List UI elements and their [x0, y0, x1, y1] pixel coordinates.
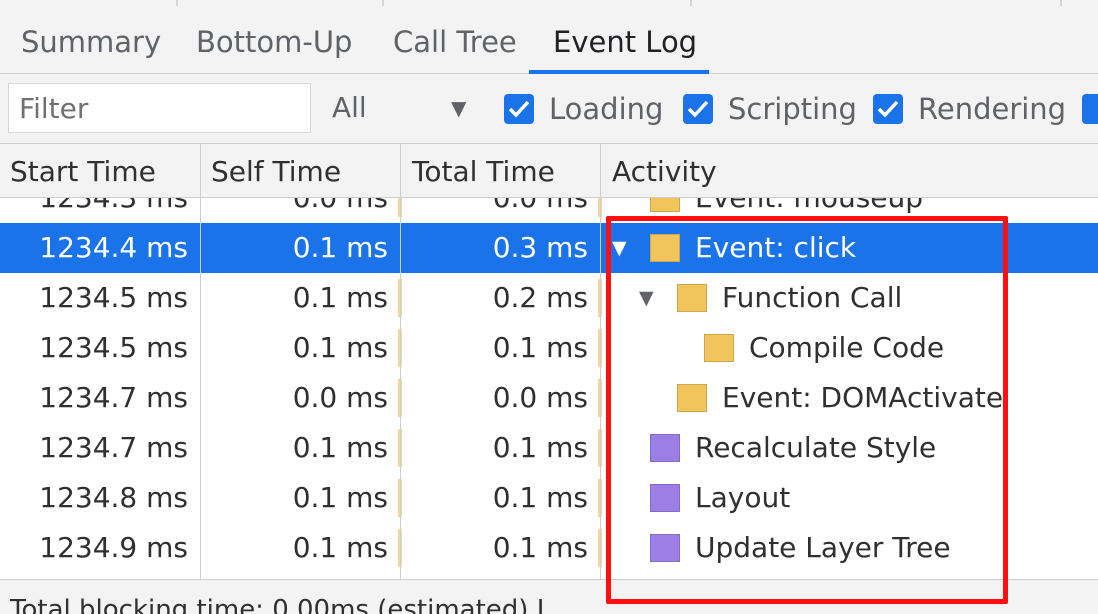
- caret-down-icon: ▼: [451, 96, 467, 120]
- total-time-cell: 0.3 ms: [492, 231, 588, 264]
- tab-event-log[interactable]: Event Log: [553, 10, 697, 74]
- scripting-checkbox-label: Scripting: [728, 92, 857, 126]
- tab-bottom-up[interactable]: Bottom-Up: [196, 10, 352, 74]
- rendering-checkbox-label: Rendering: [918, 92, 1067, 126]
- tab-call-tree[interactable]: Call Tree: [393, 10, 517, 74]
- self-time-cell: 0.0 ms: [292, 381, 388, 414]
- column-total-time[interactable]: Total Time: [412, 144, 555, 198]
- total-time-cell: 0.0 ms: [400, 198, 588, 223]
- total-time-cell: 0.0 ms: [492, 381, 588, 414]
- total-time-cell: 0.1 ms: [492, 331, 588, 364]
- checkmark-icon: [1082, 94, 1098, 124]
- start-time-cell: 1234.7 ms: [39, 381, 188, 414]
- self-time-cell: 0.1 ms: [292, 531, 388, 564]
- event-log-header: Start Time Self Time Total Time Activity: [0, 144, 1098, 198]
- checkmark-icon: [873, 94, 903, 124]
- start-time-cell: 1234.9 ms: [39, 531, 188, 564]
- start-time-cell: 1234.3 ms: [0, 198, 188, 223]
- self-time-cell: 0.1 ms: [292, 431, 388, 464]
- divider: [690, 0, 692, 6]
- total-time-cell: 0.2 ms: [492, 281, 588, 314]
- total-time-cell: 0.1 ms: [492, 481, 588, 514]
- total-time-cell: 0.1 ms: [492, 531, 588, 564]
- self-time-cell: 0.0 ms: [200, 198, 388, 223]
- filter-input[interactable]: [8, 83, 311, 133]
- column-divider: [200, 144, 201, 579]
- total-time-cell: 0.1 ms: [492, 431, 588, 464]
- category-swatch: [650, 198, 680, 212]
- filter-toolbar: All ▼ Loading Scripting Rendering: [0, 74, 1098, 144]
- divider: [1060, 0, 1062, 6]
- self-time-cell: 0.1 ms: [292, 481, 388, 514]
- start-time-cell: 1234.4 ms: [39, 231, 188, 264]
- self-time-cell: 0.1 ms: [292, 331, 388, 364]
- checkmark-icon: [504, 94, 534, 124]
- start-time-cell: 1234.8 ms: [39, 481, 188, 514]
- tab-summary[interactable]: Summary: [21, 10, 161, 74]
- checkmark-icon: [683, 94, 713, 124]
- self-time-cell: 0.1 ms: [292, 231, 388, 264]
- column-divider: [400, 144, 401, 579]
- top-strip: [0, 0, 1098, 10]
- total-blocking-time: Total blocking time: 0.00ms (estimated) …: [10, 595, 552, 614]
- column-activity[interactable]: Activity: [612, 144, 717, 198]
- start-time-cell: 1234.7 ms: [39, 431, 188, 464]
- self-time-cell: 0.1 ms: [292, 281, 388, 314]
- duration-select[interactable]: All ▼: [320, 83, 480, 133]
- loading-checkbox-label: Loading: [549, 92, 664, 126]
- divider: [176, 0, 178, 6]
- performance-panel: Summary Bottom-Up Call Tree Event Log Al…: [0, 0, 1098, 614]
- duration-select-value: All: [332, 91, 367, 124]
- start-time-cell: 1234.5 ms: [39, 281, 188, 314]
- column-divider: [600, 144, 601, 579]
- divider: [382, 0, 384, 6]
- column-start-time[interactable]: Start Time: [10, 144, 156, 198]
- tab-bar: Summary Bottom-Up Call Tree Event Log: [0, 10, 1098, 74]
- highlight-box: [606, 216, 1008, 604]
- start-time-cell: 1234.5 ms: [39, 331, 188, 364]
- column-self-time[interactable]: Self Time: [211, 144, 341, 198]
